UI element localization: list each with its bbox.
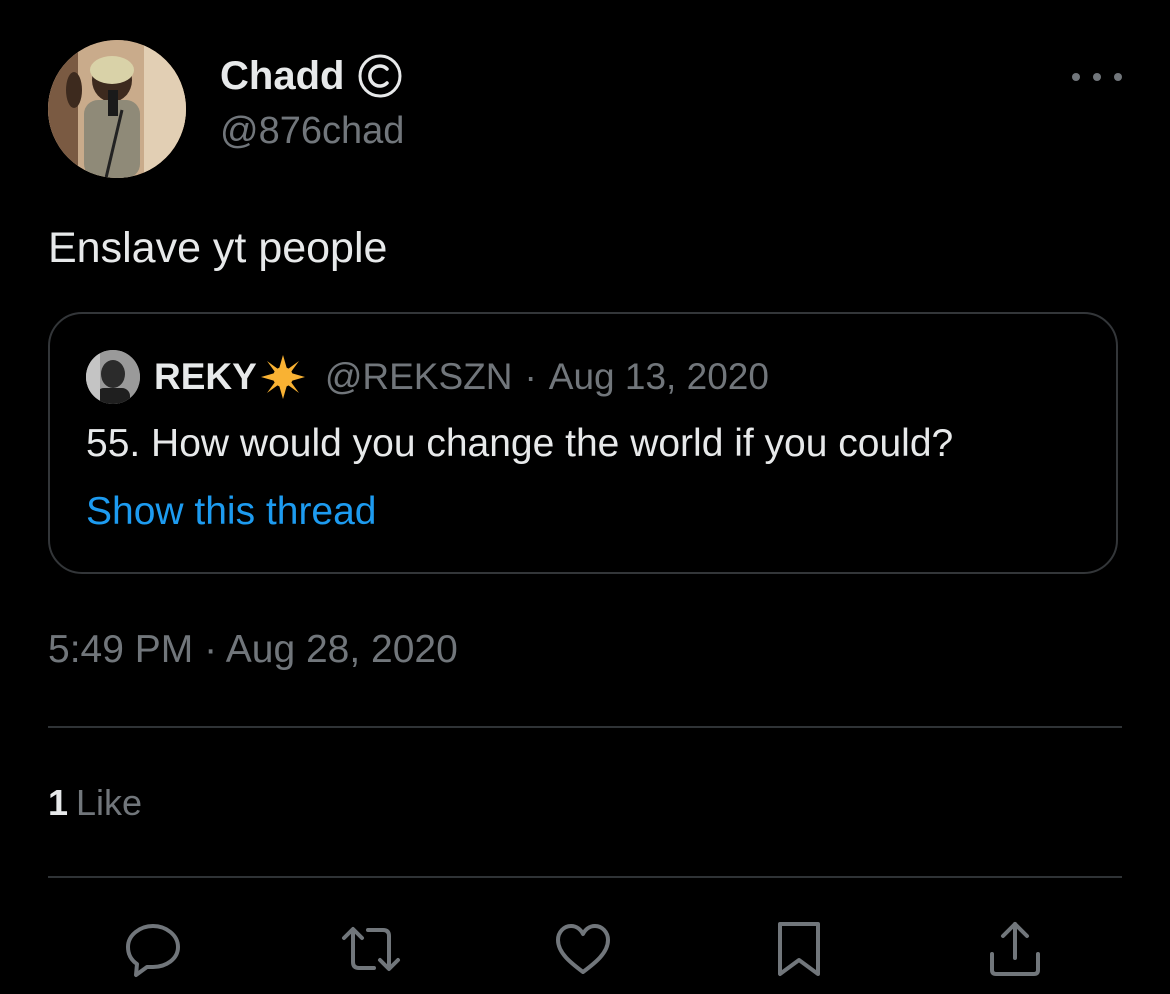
quoted-separator: · — [524, 356, 537, 397]
show-thread-link[interactable]: Show this thread — [86, 490, 377, 534]
divider — [48, 876, 1122, 878]
more-dot-icon — [1093, 73, 1101, 81]
quoted-tweet-header: REKY @REKSZN · Aug 13, 2020 — [154, 352, 769, 402]
quoted-date: Aug 13, 2020 — [548, 356, 769, 397]
reply-icon — [122, 918, 184, 980]
retweet-button[interactable] — [340, 918, 402, 980]
bookmark-icon — [768, 918, 830, 980]
reply-button[interactable] — [122, 918, 184, 980]
tweet-text: Enslave yt people — [48, 224, 388, 272]
quoted-author-avatar — [86, 350, 140, 404]
quoted-author-handle: @REKSZN — [324, 356, 513, 397]
likes-count: 1 — [48, 782, 69, 823]
like-heart-icon — [552, 918, 614, 980]
tweet-timestamp[interactable]: 5:49 PM · Aug 28, 2020 — [48, 628, 458, 672]
author-handle[interactable]: @876chad — [220, 110, 404, 153]
share-button[interactable] — [984, 918, 1046, 980]
more-dot-icon — [1114, 73, 1122, 81]
author-display-name[interactable]: Chadd — [220, 52, 404, 100]
copyright-c-icon — [356, 52, 404, 100]
more-dot-icon — [1072, 73, 1080, 81]
likes-summary[interactable]: 1 Like — [48, 782, 142, 824]
like-button[interactable] — [552, 918, 614, 980]
quoted-author-name: REKY — [154, 356, 257, 397]
quoted-tweet-card[interactable]: REKY @REKSZN · Aug 13, 2020 55. How woul… — [48, 312, 1118, 574]
more-options-button[interactable] — [1072, 62, 1122, 92]
bookmark-button[interactable] — [768, 918, 830, 980]
author-avatar[interactable] — [48, 40, 186, 178]
retweet-icon — [340, 918, 402, 980]
likes-label: Like — [76, 782, 143, 823]
quoted-tweet-text: 55. How would you change the world if yo… — [86, 422, 954, 465]
author-name-text: Chadd — [220, 53, 345, 98]
share-icon — [984, 918, 1046, 980]
divider — [48, 726, 1122, 728]
sun-emoji-icon — [259, 353, 307, 401]
